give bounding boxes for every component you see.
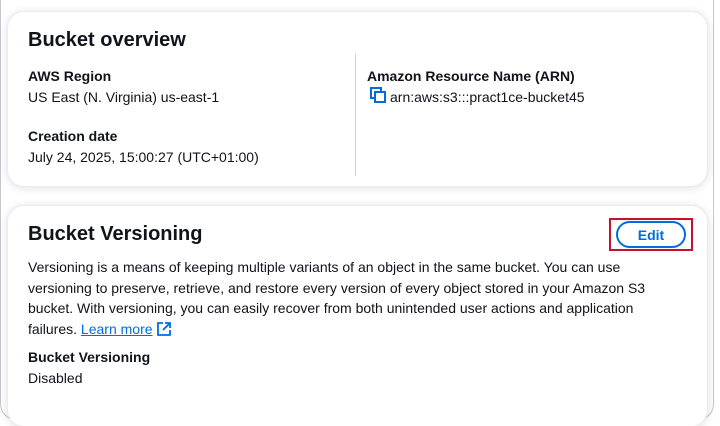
versioning-description: Versioning is a means of keeping multipl… — [28, 257, 668, 339]
bucket-overview-title: Bucket overview — [28, 29, 186, 51]
external-link-icon[interactable] — [156, 321, 171, 336]
aws-region-label: AWS Region — [28, 68, 112, 84]
versioning-status-label: Bucket Versioning — [28, 349, 151, 365]
arn-label: Amazon Resource Name (ARN) — [367, 68, 575, 84]
learn-more-label[interactable]: Learn more — [81, 321, 153, 337]
edit-button[interactable]: Edit — [616, 221, 686, 248]
creation-date-value: July 24, 2025, 15:00:27 (UTC+01:00) — [28, 149, 259, 165]
column-divider — [355, 54, 356, 176]
aws-region-value: US East (N. Virginia) us-east-1 — [28, 89, 220, 105]
bucket-versioning-title: Bucket Versioning — [28, 223, 203, 245]
bucket-overview-panel: Bucket overview AWS Region US East (N. V… — [8, 12, 707, 186]
copy-icon[interactable] — [370, 87, 386, 103]
learn-more-link[interactable]: Learn more — [81, 321, 171, 337]
bucket-versioning-panel: Bucket Versioning Edit Versioning is a m… — [8, 206, 707, 426]
creation-date-label: Creation date — [28, 128, 118, 144]
arn-value: arn:aws:s3:::pract1ce-bucket45 — [390, 89, 585, 105]
versioning-status-value: Disabled — [28, 370, 83, 386]
